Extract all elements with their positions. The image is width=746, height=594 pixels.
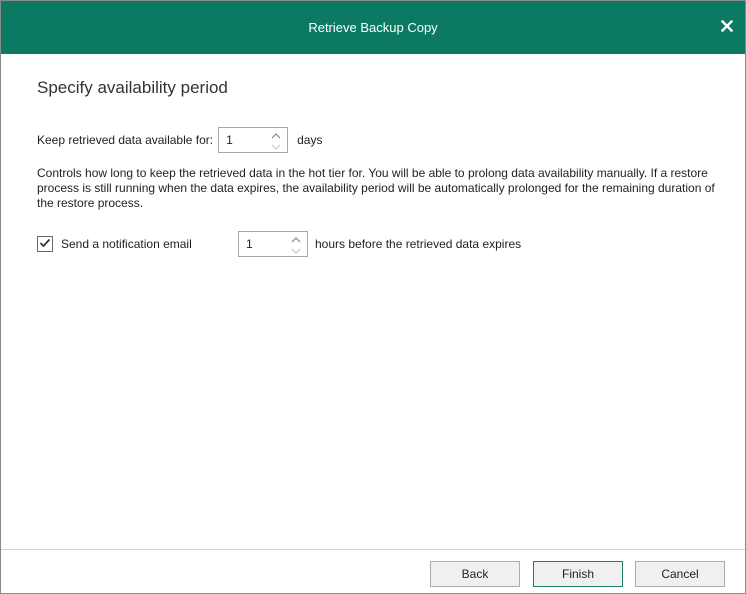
availability-row: Keep retrieved data available for: days <box>37 127 322 153</box>
notification-suffix: hours before the retrieved data expires <box>315 237 522 251</box>
notification-hours-input[interactable] <box>239 232 290 256</box>
back-button[interactable]: Back <box>430 561 520 587</box>
availability-description: Controls how long to keep the retrieved … <box>37 166 715 210</box>
notification-label[interactable]: Send a notification email <box>61 237 229 251</box>
notification-spin-down-button[interactable] <box>287 244 305 255</box>
notification-checkbox[interactable] <box>37 236 53 252</box>
availability-days-spinner <box>218 127 289 153</box>
finish-button[interactable]: Finish <box>533 561 623 587</box>
cancel-button[interactable]: Cancel <box>635 561 725 587</box>
availability-spin-down-button[interactable] <box>267 140 285 151</box>
chevron-down-icon <box>271 139 281 153</box>
notification-hours-spinner <box>238 231 308 257</box>
close-icon <box>720 19 734 35</box>
availability-label: Keep retrieved data available for: <box>37 133 214 147</box>
checkmark-icon <box>39 237 51 251</box>
chevron-down-icon <box>291 243 301 257</box>
notification-row: Send a notification email hours before t… <box>37 231 521 257</box>
availability-days-input[interactable] <box>219 128 271 152</box>
close-button[interactable] <box>715 15 739 39</box>
window-title: Retrieve Backup Copy <box>308 20 438 35</box>
footer-divider <box>1 549 745 550</box>
title-bar: Retrieve Backup Copy <box>1 1 745 54</box>
page-heading: Specify availability period <box>37 78 228 97</box>
retrieve-backup-copy-dialog: Retrieve Backup Copy Specify availabilit… <box>0 0 746 594</box>
availability-unit: days <box>297 133 323 147</box>
